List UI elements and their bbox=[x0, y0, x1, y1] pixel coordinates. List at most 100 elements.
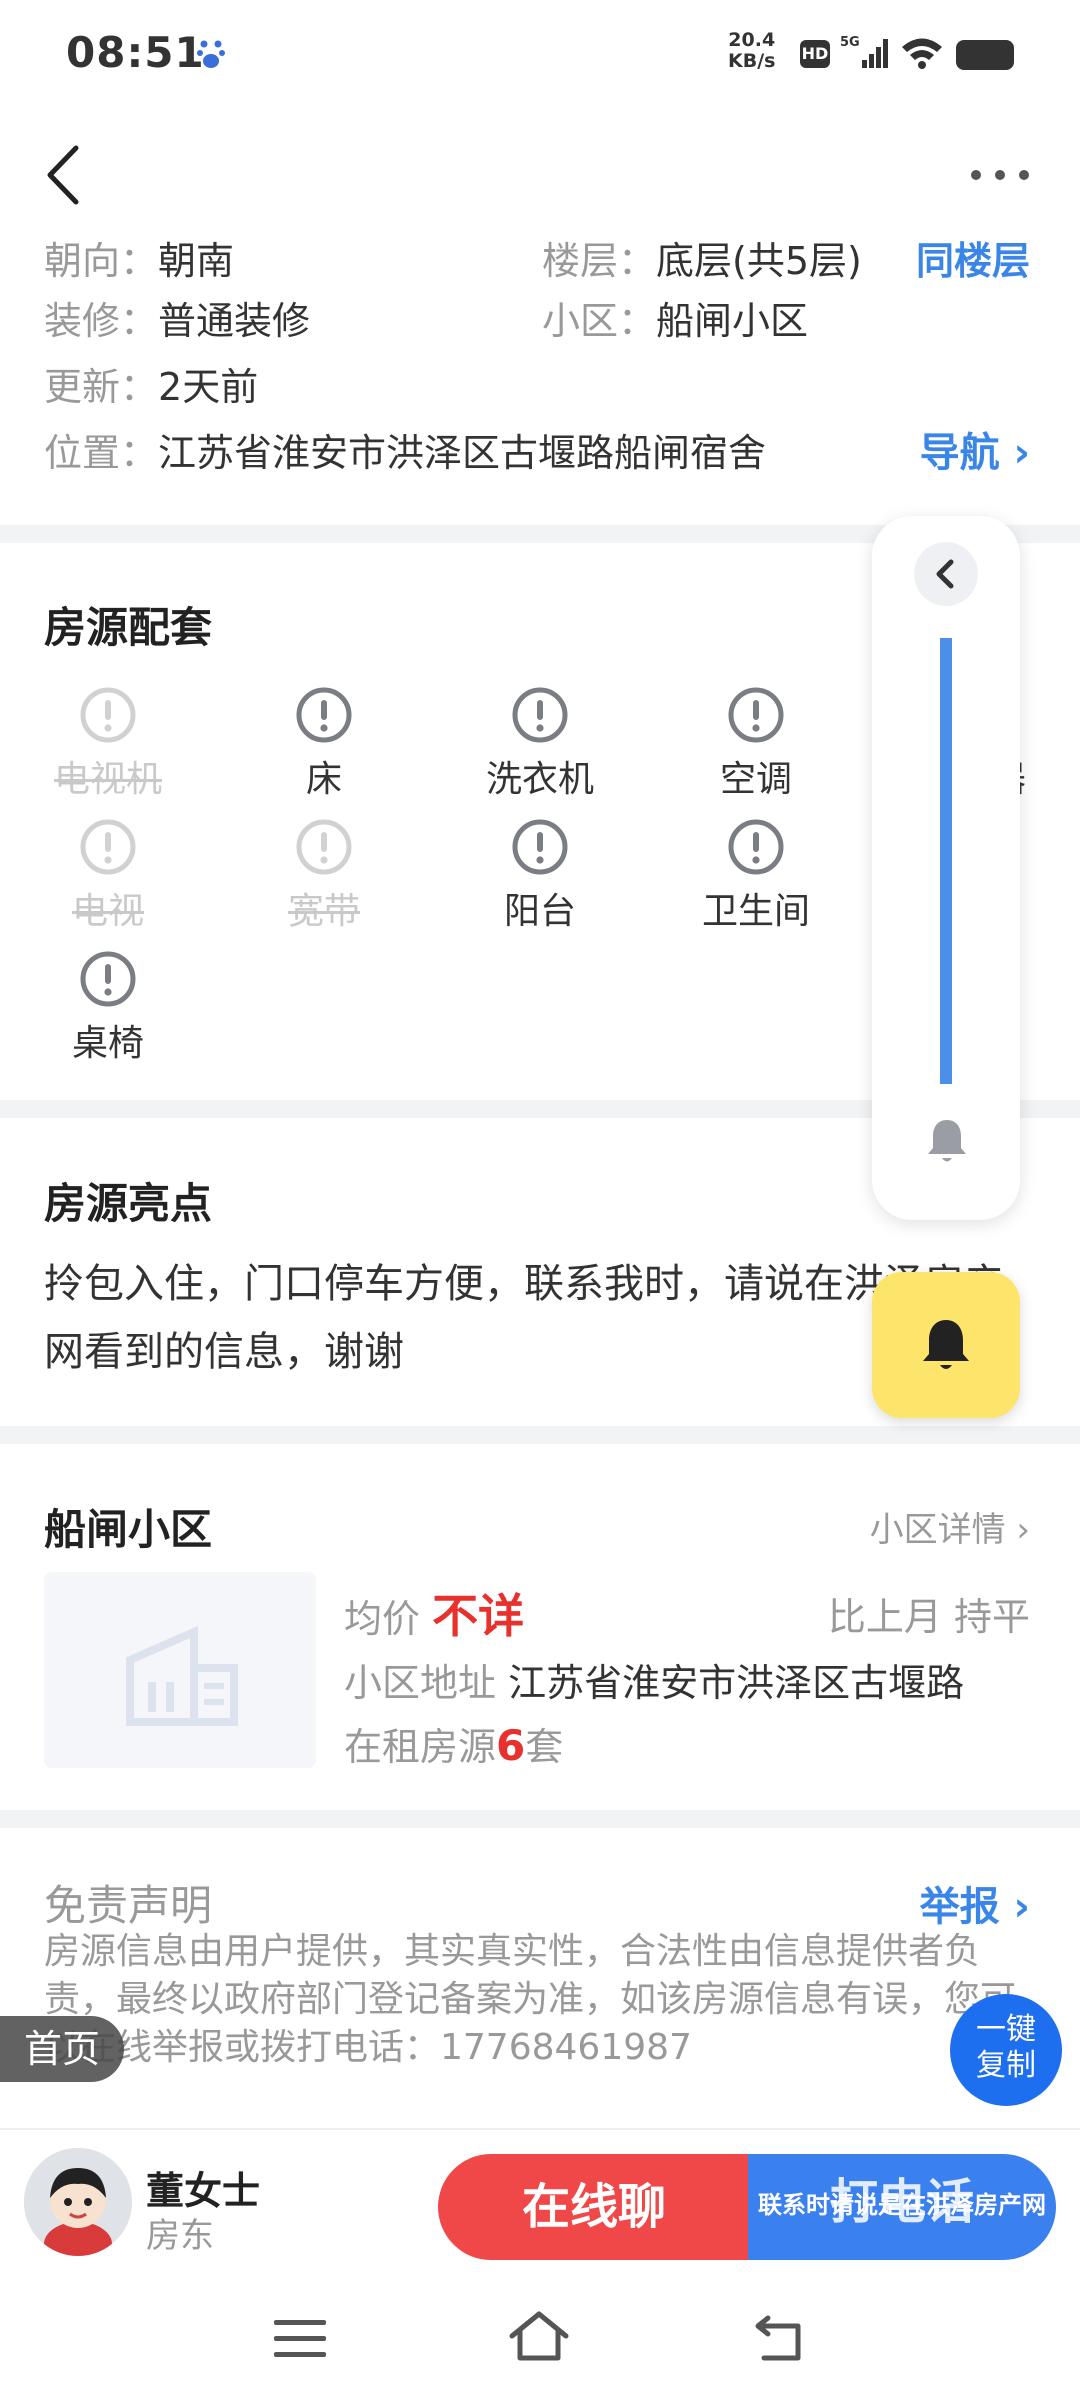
location-value: 江苏省淮安市洪泽区古堰路船闸宿舍 bbox=[158, 431, 767, 475]
disclaimer-title: 免责声明 bbox=[44, 1881, 213, 1930]
community-detail-link[interactable]: 小区详情 › bbox=[870, 1502, 1030, 1551]
bell-icon bbox=[923, 1320, 969, 1369]
info-circle-icon bbox=[80, 819, 136, 875]
signal-icon: 5G bbox=[840, 35, 888, 68]
contact-action-bar: 董女士 房东 在线聊 打电话 联系时请说是在洪泽房产网 bbox=[0, 2128, 1080, 2278]
building-placeholder-icon bbox=[126, 1625, 238, 1726]
back-arrow-icon[interactable] bbox=[40, 140, 90, 210]
subscribe-bell-button[interactable] bbox=[872, 1272, 1020, 1418]
decoration-label: 装修： bbox=[44, 299, 159, 343]
info-circle-icon bbox=[728, 819, 784, 875]
facility-label: 宽带 bbox=[287, 891, 360, 932]
facility-label: 电视 bbox=[71, 891, 144, 932]
facility-item: 洗衣机 bbox=[460, 686, 620, 802]
facility-item: 卫生间 bbox=[676, 818, 836, 934]
copy-line1: 一键 bbox=[976, 2012, 1036, 2047]
home-button[interactable]: 首页 bbox=[0, 2016, 124, 2082]
facility-label: 桌椅 bbox=[71, 1023, 144, 1064]
community-label: 小区： bbox=[542, 299, 657, 343]
facility-label: 床 bbox=[305, 759, 342, 800]
disclaimer-text: 房源信息由用户提供，其实真实性，合法性由信息提供者负责，最终以政府部门登记备案为… bbox=[44, 1931, 1017, 2068]
avg-price-value: 不详 bbox=[432, 1589, 525, 1643]
facility-item: 宽带 bbox=[244, 818, 404, 934]
update-label: 更新： bbox=[44, 365, 159, 409]
cartoon-avatar-icon bbox=[24, 2148, 132, 2256]
facilities-title: 房源配套 bbox=[44, 603, 213, 652]
back-icon[interactable] bbox=[752, 2312, 806, 2364]
facility-item: 阳台 bbox=[460, 818, 620, 934]
call-tip-text: 联系时请说是在洪泽房产网 bbox=[758, 2191, 1046, 2219]
community-value: 船闸小区 bbox=[656, 299, 809, 343]
side-progress-bar bbox=[940, 638, 952, 1084]
online-chat-button[interactable]: 在线聊 bbox=[438, 2154, 750, 2260]
status-time: 08:51 bbox=[66, 28, 205, 77]
call-button[interactable]: 打电话 联系时请说是在洪泽房产网 bbox=[748, 2154, 1056, 2260]
more-options-icon[interactable] bbox=[968, 160, 1032, 190]
facility-item: 床 bbox=[244, 686, 404, 802]
facility-label: 阳台 bbox=[503, 891, 576, 932]
chevron-right-icon: › bbox=[999, 430, 1031, 476]
chevron-right-icon: › bbox=[1005, 1510, 1030, 1550]
facility-label: 卫生间 bbox=[701, 891, 810, 932]
hd-icon: HD bbox=[800, 40, 830, 68]
location-label: 位置： bbox=[44, 431, 159, 475]
network-type: 5G bbox=[840, 35, 860, 50]
bell-icon[interactable] bbox=[924, 1116, 970, 1166]
facility-label: 电视机 bbox=[53, 759, 162, 800]
section-divider bbox=[0, 1426, 1080, 1444]
wifi-icon bbox=[902, 38, 942, 69]
section-divider bbox=[0, 1810, 1080, 1828]
community-address-label: 小区地址 bbox=[344, 1661, 497, 1705]
status-bar: 08:51 20.4 KB/s HD 5G bbox=[0, 0, 1080, 110]
avg-price-row: 均价 不详 bbox=[344, 1580, 524, 1646]
location-row: 位置：江苏省淮安市洪泽区古堰路船闸宿舍 bbox=[44, 422, 766, 477]
house-info-section: 朝向：朝南 楼层：底层(共5层) 同楼层 装修：普通装修 小区：船闸小区 更新：… bbox=[0, 230, 1080, 525]
info-circle-icon bbox=[80, 951, 136, 1007]
paw-icon bbox=[197, 40, 225, 68]
mom-value: 持平 bbox=[953, 1595, 1030, 1639]
system-nav-bar bbox=[0, 2278, 1080, 2400]
community-row: 小区：船闸小区 bbox=[542, 290, 808, 345]
rent-suffix: 套 bbox=[525, 1725, 564, 1769]
rent-count: 6 bbox=[496, 1721, 526, 1770]
floating-side-panel bbox=[872, 516, 1020, 1220]
owner-avatar[interactable] bbox=[24, 2148, 132, 2256]
info-circle-icon bbox=[80, 687, 136, 743]
copy-line2: 复制 bbox=[976, 2048, 1036, 2083]
menu-icon[interactable] bbox=[272, 2316, 328, 2362]
info-circle-icon bbox=[512, 819, 568, 875]
avg-price-label: 均价 bbox=[344, 1597, 421, 1641]
mom-label: 比上月 bbox=[827, 1595, 942, 1639]
chevron-right-icon: › bbox=[999, 1884, 1031, 1930]
report-link[interactable]: 举报 › bbox=[920, 1874, 1030, 1932]
community-address-value: 江苏省淮安市洪泽区古堰路 bbox=[508, 1661, 965, 1705]
update-row: 更新：2天前 bbox=[44, 356, 258, 411]
decoration-row: 装修：普通装修 bbox=[44, 290, 310, 345]
community-title: 船闸小区 bbox=[44, 1505, 213, 1554]
orientation-value: 朝南 bbox=[158, 239, 235, 283]
owner-role: 房东 bbox=[146, 2216, 214, 2256]
facility-label: 洗衣机 bbox=[485, 759, 594, 800]
facility-item: 空调 bbox=[676, 686, 836, 802]
community-detail-label: 小区详情 bbox=[869, 1510, 1006, 1550]
info-circle-icon bbox=[728, 687, 784, 743]
rent-prefix: 在租房源 bbox=[344, 1725, 497, 1769]
decoration-value: 普通装修 bbox=[158, 299, 311, 343]
navigation-link-label: 导航 bbox=[919, 430, 1000, 476]
community-thumbnail[interactable] bbox=[44, 1572, 316, 1768]
orientation-label: 朝向： bbox=[44, 239, 159, 283]
facility-label: 空调 bbox=[719, 759, 792, 800]
update-value: 2天前 bbox=[158, 365, 259, 409]
floor-value: 底层(共5层) bbox=[656, 239, 862, 283]
floor-label: 楼层： bbox=[542, 239, 657, 283]
owner-name: 董女士 bbox=[146, 2169, 261, 2213]
navigation-link[interactable]: 导航 › bbox=[920, 420, 1030, 478]
facility-item: 桌椅 bbox=[28, 950, 188, 1066]
one-click-copy-button[interactable]: 一键 复制 bbox=[950, 1994, 1062, 2106]
collapse-panel-button[interactable] bbox=[914, 542, 978, 606]
report-link-label: 举报 bbox=[919, 1884, 1000, 1930]
mom-change-row: 比上月 持平 bbox=[828, 1586, 1030, 1641]
info-circle-icon bbox=[296, 819, 352, 875]
rent-count-row: 在租房源6套 bbox=[344, 1716, 563, 1771]
home-icon[interactable] bbox=[506, 2308, 572, 2364]
